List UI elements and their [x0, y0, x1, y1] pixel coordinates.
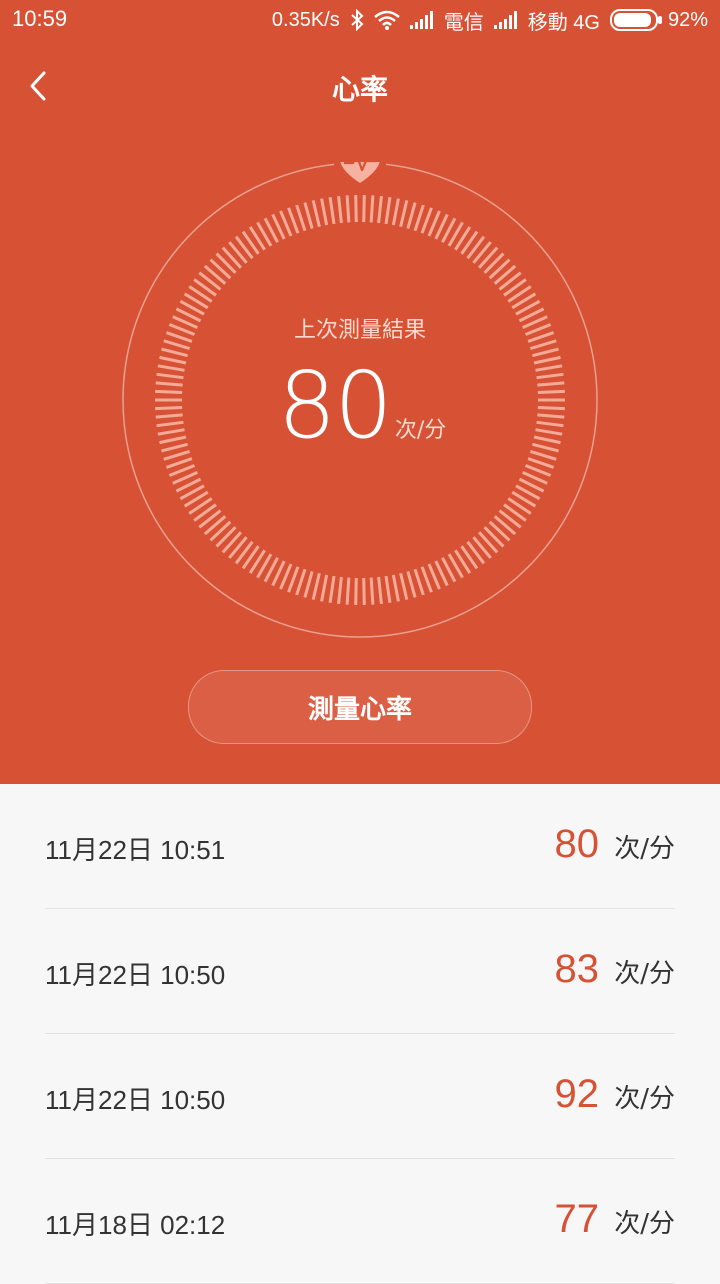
dial-tick — [406, 202, 417, 229]
dial-unit: 次/分 — [394, 418, 447, 443]
record-unit: 次/分 — [614, 1209, 675, 1239]
dial-tick — [391, 574, 400, 602]
dial-tick — [354, 577, 358, 605]
dial-tick — [311, 572, 321, 600]
dial-tick — [354, 195, 358, 223]
status-bar: 10:59 0.35K/s 電信 移動 4G 92% — [0, 0, 720, 40]
dial-tick — [320, 574, 329, 602]
record-value: 92 — [554, 1072, 600, 1116]
battery-percent: 92% — [667, 8, 708, 31]
dial-tick — [295, 204, 307, 232]
record-value: 83 — [554, 947, 600, 991]
dial-tick — [362, 195, 366, 223]
record-date: 11月22日 10:51 — [45, 835, 226, 865]
dial-tick — [399, 200, 409, 228]
dial-tick — [303, 202, 314, 229]
dial-tick — [384, 196, 392, 225]
dial-tick — [391, 198, 400, 226]
header-panel: 10:59 0.35K/s 電信 移動 4G 92% 心率 上次測量結果 80 … — [0, 0, 720, 784]
dial-tick — [420, 207, 433, 234]
bluetooth-icon — [350, 9, 364, 31]
page-title: 心率 — [331, 73, 388, 106]
record-date: 11月22日 10:50 — [45, 1085, 226, 1115]
network-speed: 0.35K/s — [271, 8, 340, 31]
dial-tick — [369, 195, 375, 223]
battery-nub — [657, 16, 662, 24]
dial-reading: 80 次/分 — [0, 352, 720, 459]
heart-pulse-icon — [334, 162, 386, 190]
record-date: 11月22日 10:50 — [45, 960, 226, 990]
dial-tick — [399, 572, 409, 600]
dial-tick — [328, 196, 336, 225]
dial-tick — [295, 568, 307, 596]
record-row[interactable]: 11月22日 10:50 83 次/分 — [45, 909, 675, 1034]
record-row[interactable]: 11月22日 10:51 80 次/分 — [45, 784, 675, 909]
dial-tick — [287, 566, 300, 593]
record-unit: 次/分 — [614, 959, 675, 989]
status-indicators: 0.35K/s 電信 移動 4G 92% — [272, 6, 708, 34]
dial-tick — [527, 457, 555, 469]
signal-icon — [409, 11, 434, 29]
records-list: 11月22日 10:51 80 次/分 11月22日 10:50 83 次/分 … — [0, 784, 720, 1284]
dial-tick — [384, 575, 392, 604]
dial-tick — [420, 566, 433, 593]
carrier-1: 電信 — [443, 11, 484, 34]
measure-heart-rate-button[interactable]: 測量心率 — [188, 670, 532, 744]
record-unit: 次/分 — [614, 834, 675, 864]
dial-tick — [413, 204, 425, 232]
record-value: 77 — [554, 1197, 600, 1241]
dial-tick — [165, 457, 193, 469]
battery-icon — [609, 9, 662, 31]
dial-label: 上次測量結果 — [293, 318, 426, 343]
dial-tick — [320, 198, 329, 226]
carrier-2: 移動 4G — [527, 11, 600, 34]
record-row[interactable]: 11月22日 10:50 92 次/分 — [45, 1034, 675, 1159]
dial-tick — [303, 571, 314, 598]
record-value: 80 — [554, 822, 600, 866]
dial-tick — [345, 195, 351, 223]
record-row[interactable]: 11月18日 02:12 77 次/分 — [45, 1159, 675, 1284]
dial-tick — [413, 568, 425, 596]
dial-tick — [311, 200, 321, 228]
dial-tick — [328, 575, 336, 604]
battery-fill — [613, 13, 651, 27]
dial-tick — [337, 195, 343, 224]
dial-tick — [287, 207, 300, 234]
dial-tick — [362, 577, 366, 605]
dial-tick — [377, 195, 383, 224]
dial-tick — [369, 577, 375, 605]
signal-icon — [493, 11, 518, 29]
status-time: 10:59 — [12, 6, 68, 31]
dial-tick — [345, 577, 351, 605]
wifi-icon — [373, 10, 400, 30]
dial-tick — [337, 576, 343, 605]
record-unit: 次/分 — [614, 1084, 675, 1114]
title-bar: 心率 — [0, 56, 720, 116]
dial-value: 80 — [277, 352, 393, 459]
dial-tick — [406, 571, 417, 598]
dial-tick — [377, 576, 383, 605]
record-date: 11月18日 02:12 — [45, 1210, 226, 1240]
